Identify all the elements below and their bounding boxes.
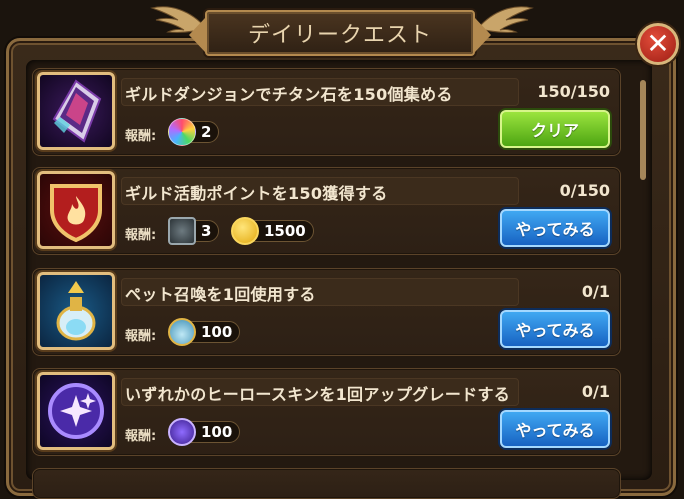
reward-item: 1500 [231,217,314,245]
titan-stone-crystal-icon [37,72,115,150]
quest-title: ギルド活動ポイントを150獲得する [125,184,388,203]
quest-title: いずれかのヒーロースキンを1回アップグレードする [125,385,511,404]
quest-title: ペット召喚を1回使用する [125,285,316,304]
quest-row: いずれかのヒーロースキンを1回アップグレードする 0/1 報酬: 100 やって… [32,368,621,456]
quest-row: ペット召喚を1回使用する 0/1 報酬: 100 やってみる [32,268,621,356]
purple-star-orb-icon [168,418,196,446]
stone-item-icon [168,217,196,245]
potion-bottle-icon [168,318,196,346]
quest-row-partial [32,468,621,499]
try-button[interactable]: やってみる [500,209,610,247]
quest-progress: 0/150 [559,181,610,200]
dialog-title: デイリークエスト [247,23,432,48]
try-button[interactable]: やってみる [500,410,610,448]
reward-label: 報酬: [125,329,157,344]
reward-label: 報酬: [125,129,157,144]
quest-row: ギルド活動ポイントを150獲得する 0/150 報酬: 3 1500 やってみる [32,167,621,255]
reward-label: 報酬: [125,429,157,444]
reward-item: 100 [168,318,241,346]
dialog-title-plate: デイリークエスト [189,10,491,56]
skin-upgrade-star-orb-icon [37,372,115,450]
quest-progress: 0/1 [581,282,610,301]
close-button[interactable]: ✕ [637,23,679,65]
quest-progress: 0/1 [581,382,610,401]
quest-title: ギルドダンジョンでチタン石を150個集める [125,85,453,104]
quest-progress: 150/150 [537,82,610,101]
rainbow-gem-icon [168,118,196,146]
reward-label: 報酬: [125,228,157,243]
close-icon: ✕ [646,27,670,60]
reward-item: 2 [168,118,220,146]
gold-coin-icon [231,217,259,245]
clear-button[interactable]: クリア [500,110,610,148]
reward-item: 3 [168,217,220,245]
pet-summon-potion-icon [37,272,115,350]
reward-item: 100 [168,418,241,446]
scrollbar[interactable] [640,80,646,180]
quest-row: ギルドダンジョンでチタン石を150個集める 150/150 報酬: 2 クリア [32,68,621,156]
guild-shield-flame-icon [37,171,115,249]
try-button[interactable]: やってみる [500,310,610,348]
